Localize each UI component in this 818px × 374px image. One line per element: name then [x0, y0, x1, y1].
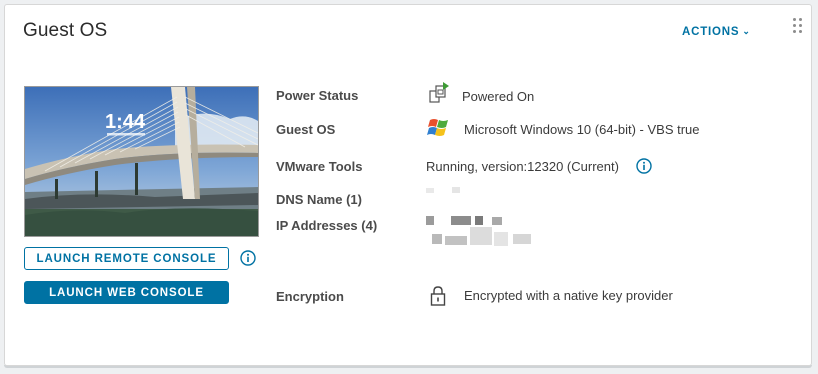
card-title: Guest OS [23, 20, 108, 41]
lock-icon [430, 286, 446, 306]
powered-on-icon [429, 82, 449, 103]
actions-dropdown[interactable]: ACTIONS ⌄ [682, 26, 751, 38]
vmware-tools-label: VMware Tools [276, 159, 363, 174]
guest-os-value: Microsoft Windows 10 (64-bit) - VBS true [464, 122, 700, 137]
power-status-label: Power Status [276, 88, 359, 103]
console-thumbnail[interactable]: 1:44 [24, 86, 259, 237]
windows-logo-icon [427, 119, 448, 136]
vmware-tools-info-icon[interactable] [636, 158, 652, 174]
dns-name-label: DNS Name (1) [276, 192, 362, 207]
ip-addresses-label: IP Addresses (4) [276, 218, 378, 233]
encryption-value: Encrypted with a native key provider [464, 288, 673, 303]
chevron-down-icon: ⌄ [742, 26, 751, 36]
thumbnail-clock: 1:44 [105, 111, 146, 133]
info-icon[interactable] [240, 250, 256, 266]
launch-remote-console-button[interactable]: LAUNCH REMOTE CONSOLE [24, 247, 229, 270]
vmware-tools-value: Running, version:12320 (Current) [426, 159, 619, 174]
launch-web-console-button[interactable]: LAUNCH WEB CONSOLE [24, 281, 229, 304]
guest-os-label: Guest OS [276, 122, 336, 137]
power-status-value: Powered On [462, 89, 535, 104]
guest-os-card: Guest OS ACTIONS ⌄ 1:44 LAUNCH REMOTE CO… [4, 4, 812, 366]
drag-handle-icon[interactable] [793, 18, 803, 34]
encryption-label: Encryption [276, 289, 344, 304]
actions-label: ACTIONS [682, 26, 740, 38]
